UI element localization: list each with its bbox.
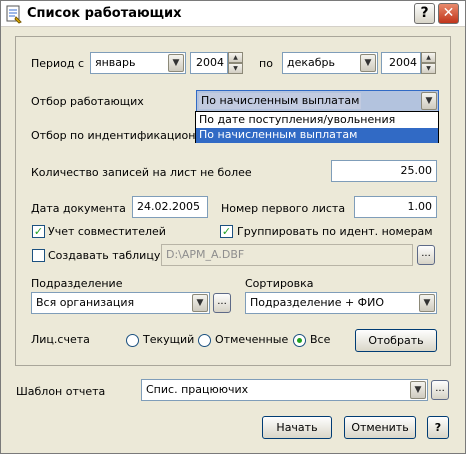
chevron-down-icon[interactable]: ▼ [410, 381, 426, 399]
filter-label: Отбор работающих [31, 95, 144, 108]
template-select[interactable]: Спис. працюючих ▼ [141, 379, 428, 401]
create-table-label: Создавать таблицу [48, 249, 161, 262]
spin-down-icon[interactable]: ▼ [228, 63, 243, 74]
group-id-label: Группировать по идент. номерам [237, 225, 433, 238]
year-from-input[interactable]: 2004 [190, 52, 228, 74]
dialog-window: Список работающих ? ✕ Период с январь ▼ … [0, 0, 466, 454]
month-to-select[interactable]: декабрь ▼ [282, 52, 378, 74]
doc-date-label: Дата документа [31, 202, 126, 215]
template-label: Шаблон отчета [16, 385, 106, 398]
window-title: Список работающих [27, 6, 182, 21]
chevron-down-icon[interactable]: ▼ [192, 294, 208, 312]
select-button[interactable]: Отобрать [355, 329, 437, 352]
radio-all-label: Все [310, 333, 331, 346]
filter-value: По начисленным выплатам [199, 93, 362, 109]
doc-date-input[interactable]: 24.02.2005 [132, 196, 208, 218]
chevron-down-icon[interactable]: ▼ [421, 92, 437, 110]
sorting-select[interactable]: Подразделение + ФИО ▼ [245, 292, 437, 314]
footer-help-button[interactable]: ? [427, 416, 449, 439]
cancel-button[interactable]: Отменить [344, 416, 416, 439]
radio-dot-icon [297, 338, 302, 343]
year-from-spinner[interactable]: ▲ ▼ [228, 52, 243, 74]
close-button[interactable]: ✕ [438, 3, 459, 24]
combined-label: Учет совместителей [48, 225, 166, 238]
group-id-checkbox[interactable]: ✓ [220, 225, 233, 238]
first-sheet-input[interactable]: 1.00 [354, 196, 437, 218]
sorting-value: Подразделение + ФИО [250, 296, 385, 309]
filter-select[interactable]: По начисленным выплатам ▼ [196, 90, 439, 112]
template-value: Спис. працюючих [146, 383, 249, 396]
spin-up-icon[interactable]: ▲ [228, 52, 243, 63]
help-button[interactable]: ? [414, 3, 435, 24]
records-label: Количество записей на лист не более [31, 166, 252, 179]
table-browse-button[interactable]: ... [417, 245, 435, 265]
spin-down-icon[interactable]: ▼ [421, 63, 436, 74]
division-browse-button[interactable]: ... [213, 293, 231, 313]
month-from-value: январь [95, 56, 136, 69]
radio-marked[interactable] [198, 334, 211, 347]
year-to-input[interactable]: 2004 [381, 52, 421, 74]
chevron-down-icon[interactable]: ▼ [419, 294, 435, 312]
id-filter-label: Отбор по индентификационным [31, 129, 220, 142]
filter-option[interactable]: По дате поступления/увольнения [196, 113, 438, 128]
year-to-spinner[interactable]: ▲ ▼ [421, 52, 436, 74]
month-to-value: декабрь [287, 56, 336, 69]
filter-dropdown-list: По дате поступления/увольнения По начисл… [195, 111, 439, 143]
table-path-input[interactable]: D:\APM_A.DBF [161, 244, 413, 266]
month-from-select[interactable]: январь ▼ [90, 52, 186, 74]
start-button[interactable]: Начать [262, 416, 332, 439]
period-from-label: Период с [31, 57, 85, 70]
radio-current[interactable] [126, 334, 139, 347]
spin-up-icon[interactable]: ▲ [421, 52, 436, 63]
chevron-down-icon[interactable]: ▼ [168, 54, 184, 72]
sorting-label: Сортировка [245, 277, 314, 290]
records-input[interactable]: 25.00 [331, 160, 437, 182]
accounts-label: Лиц.счета [31, 333, 90, 346]
first-sheet-label: Номер первого листа [221, 202, 346, 215]
radio-current-label: Текущий [143, 333, 195, 346]
period-to-label: по [259, 57, 273, 70]
chevron-down-icon[interactable]: ▼ [360, 54, 376, 72]
radio-marked-label: Отмеченные [215, 333, 289, 346]
filter-option-selected[interactable]: По начисленным выплатам [196, 128, 438, 143]
division-select[interactable]: Вся организация ▼ [31, 292, 210, 314]
template-browse-button[interactable]: ... [431, 380, 449, 400]
create-table-checkbox[interactable] [32, 249, 45, 262]
combined-checkbox[interactable]: ✓ [32, 225, 45, 238]
division-value: Вся организация [36, 296, 135, 309]
title-bar[interactable]: Список работающих ? ✕ [1, 1, 465, 27]
report-icon [6, 5, 22, 24]
radio-all[interactable] [293, 334, 306, 347]
division-label: Подразделение [31, 277, 123, 290]
